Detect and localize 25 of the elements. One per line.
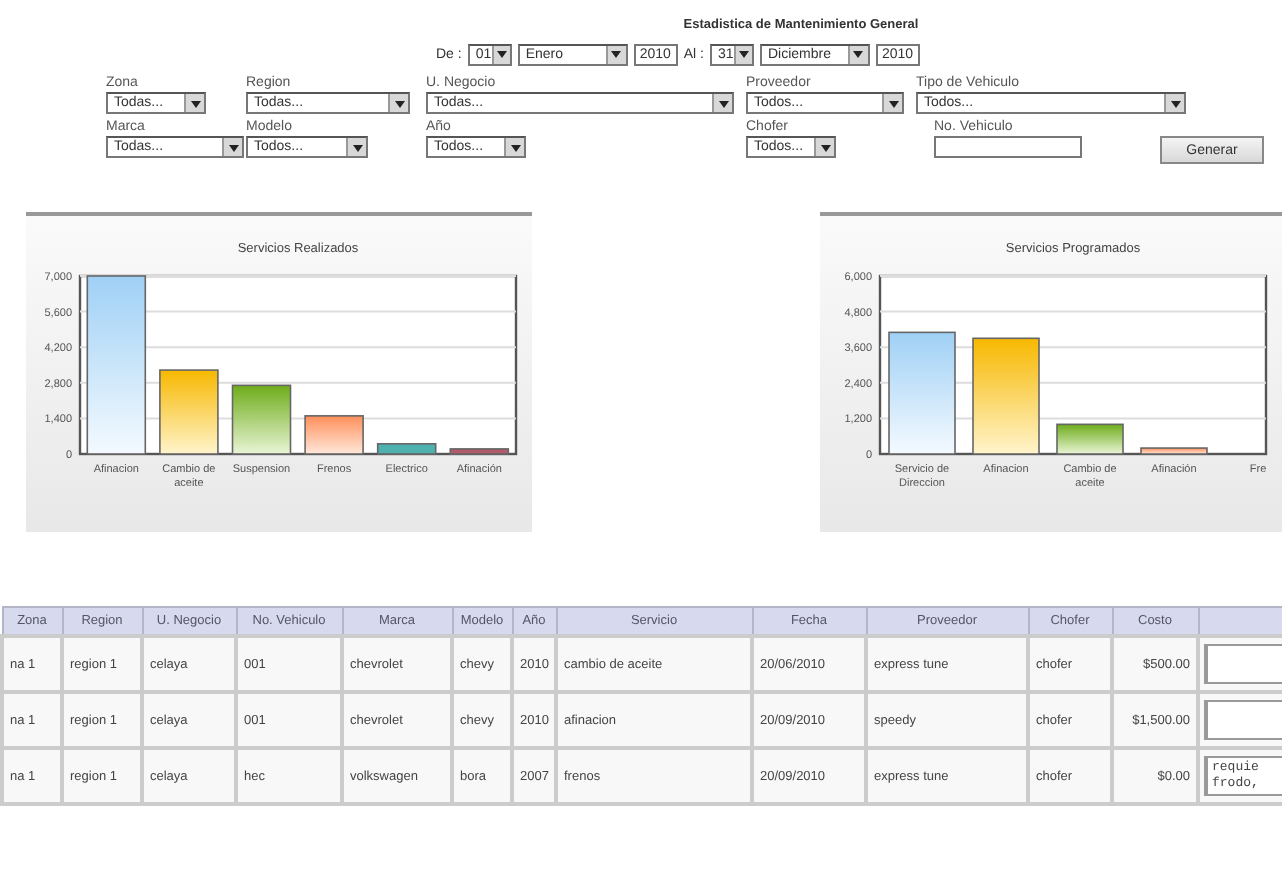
bar (159, 369, 219, 455)
dropdown-arrow-icon (817, 139, 833, 155)
dropdown-arrow-icon (885, 95, 901, 111)
dropdown-arrow-icon (507, 139, 523, 155)
dropdown-arrow-icon (715, 95, 731, 111)
dropdown-arrow-icon (187, 95, 203, 111)
text-field[interactable] (934, 136, 1082, 158)
dropdown-arrow-icon (391, 95, 407, 111)
dropdown-arrow-icon (608, 46, 625, 62)
dropdown-arrow-icon (850, 46, 867, 62)
bar (449, 448, 510, 455)
dropdown-arrow-icon (349, 139, 365, 155)
bar (1140, 447, 1208, 455)
dropdown-arrow-icon (735, 46, 752, 62)
bar (304, 415, 364, 455)
dropdown-arrow-icon (493, 46, 510, 62)
bar (231, 384, 292, 455)
bar (376, 443, 437, 455)
bar (888, 331, 956, 455)
note-field[interactable] (1204, 644, 1282, 684)
dropdown-arrow-icon (1167, 95, 1183, 111)
bar (972, 337, 1040, 455)
bar (1056, 423, 1124, 455)
note-field[interactable] (1204, 700, 1282, 740)
dropdown-arrow-icon (225, 139, 241, 155)
